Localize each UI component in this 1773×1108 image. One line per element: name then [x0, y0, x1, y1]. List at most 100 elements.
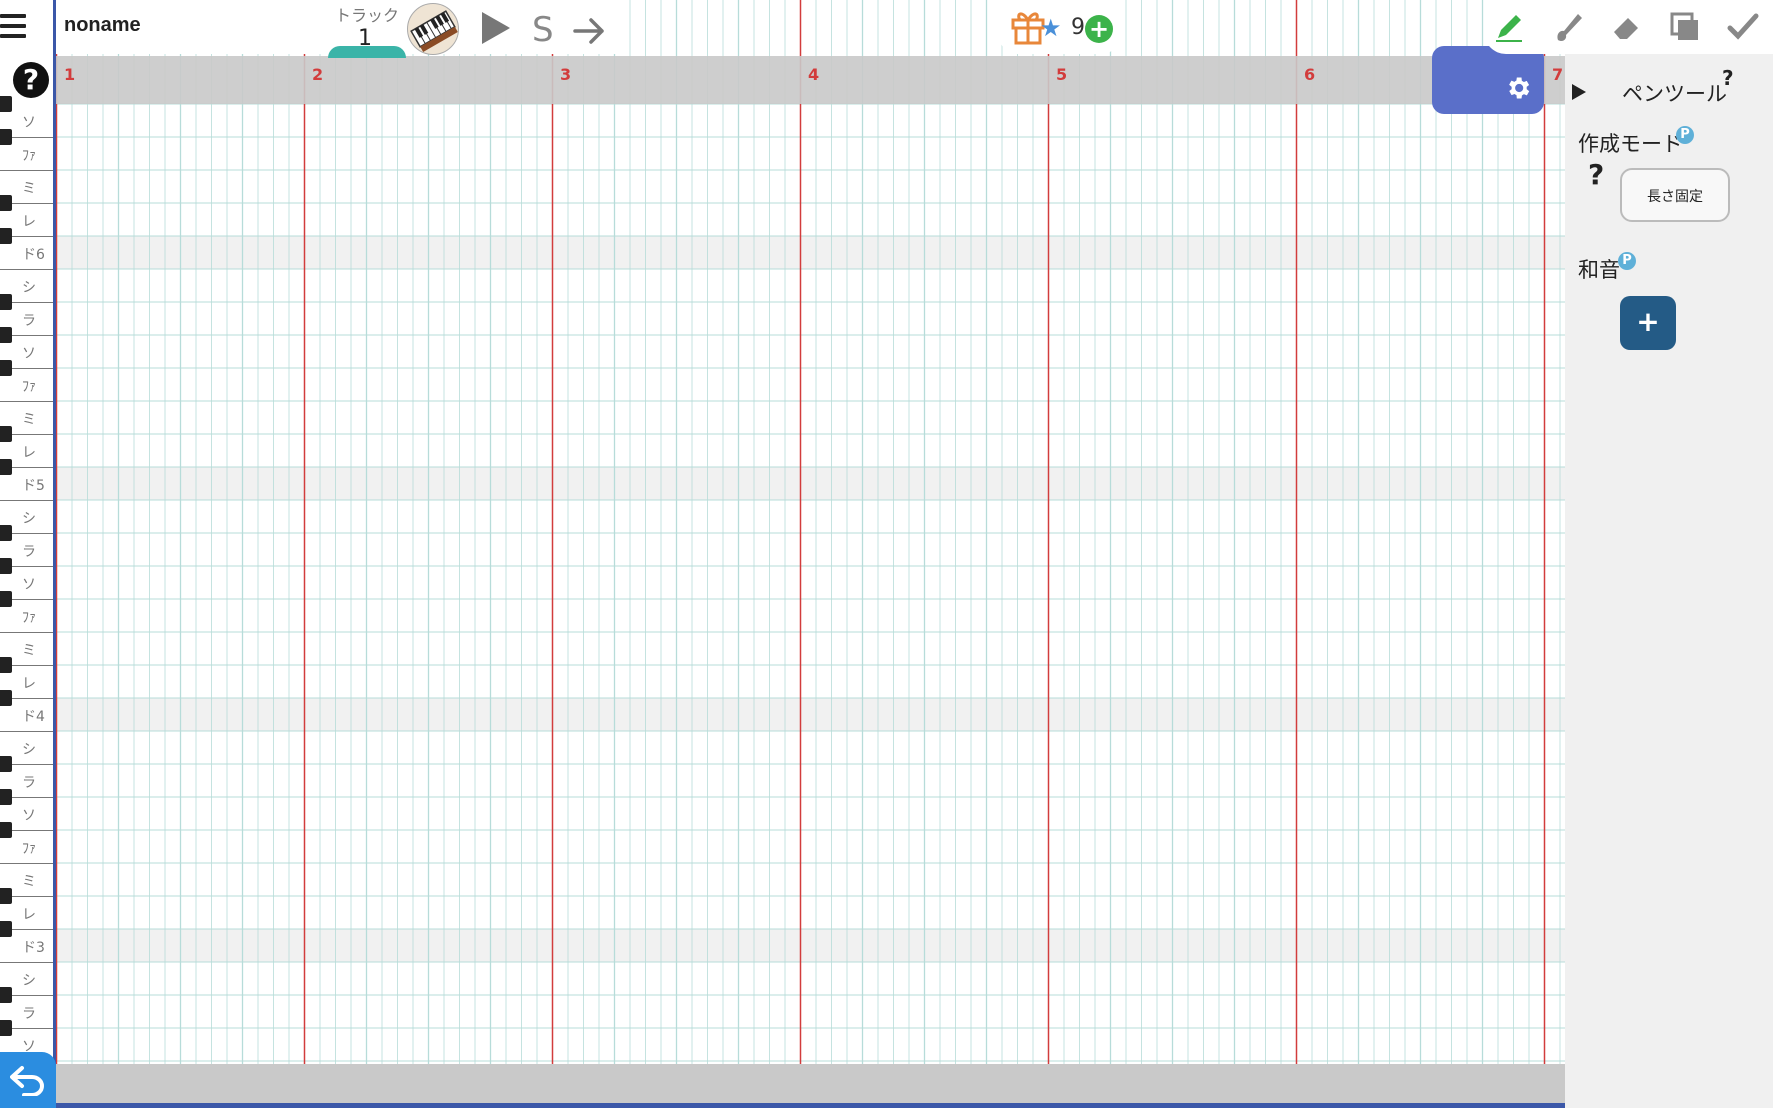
piano-key-label[interactable]: ラ [22, 772, 36, 792]
piano-key-divider [0, 731, 53, 732]
chord-add-button[interactable]: + [1620, 296, 1676, 350]
measure-number: 2 [312, 65, 324, 84]
piano-key-label[interactable]: ミ [22, 178, 36, 198]
play-icon[interactable] [478, 8, 514, 48]
mode-help-icon[interactable]: ? [1588, 158, 1604, 191]
mode-label: 作成モード [1578, 132, 1683, 156]
chord-label: 和音 [1578, 258, 1620, 282]
piano-key-label[interactable]: シ [22, 970, 36, 990]
track-label: トラック [335, 6, 400, 25]
piano-key-label[interactable]: ラ [22, 541, 36, 561]
note-grid[interactable] [56, 0, 1565, 1108]
piano-key-label[interactable]: レ [22, 904, 36, 924]
back-button[interactable] [0, 1052, 56, 1108]
black-key[interactable] [0, 426, 12, 442]
black-key[interactable] [0, 921, 12, 937]
piano-key-label[interactable]: ソ [22, 805, 36, 825]
eraser-icon[interactable] [1610, 10, 1644, 44]
black-key[interactable] [0, 96, 12, 112]
measure-number: 1 [64, 65, 76, 84]
menu-icon[interactable] [0, 8, 26, 44]
piano-key-label[interactable]: レ [22, 673, 36, 693]
piano-key-label[interactable]: ソ [22, 343, 36, 363]
piano-key-label[interactable]: シ [22, 277, 36, 297]
piano-key-divider [0, 170, 53, 171]
black-key[interactable] [0, 459, 12, 475]
black-key[interactable] [0, 591, 12, 607]
expand-arrow-icon[interactable] [1570, 82, 1588, 102]
piano-key-label[interactable]: ミ [22, 871, 36, 891]
black-key[interactable] [0, 987, 12, 1003]
grid-settings-button[interactable] [1432, 46, 1544, 114]
piano-key-label[interactable]: レ [22, 442, 36, 462]
octave-band [56, 698, 1565, 731]
premium-badge-icon: P [1618, 252, 1636, 270]
piano-key-label[interactable]: ミ [22, 409, 36, 429]
piano-key-label[interactable]: ラ [22, 1003, 36, 1023]
black-key[interactable] [0, 228, 12, 244]
copy-icon[interactable] [1668, 10, 1702, 44]
piano-key-label[interactable]: シ [22, 739, 36, 759]
piano-key-label[interactable]: レ [22, 211, 36, 231]
bottom-band [56, 1064, 1565, 1104]
help-icon[interactable]: ? [13, 62, 49, 98]
star-icon: ★ [1040, 14, 1062, 42]
add-star-button[interactable]: + [1085, 15, 1113, 43]
piano-icon[interactable] [407, 3, 459, 55]
gear-icon [1509, 77, 1530, 99]
black-key[interactable] [0, 558, 12, 574]
piano-key-label[interactable]: ﾌｧ [22, 838, 36, 858]
piano-key-label[interactable]: ド3 [22, 937, 45, 957]
black-key[interactable] [0, 195, 12, 211]
black-key[interactable] [0, 1020, 12, 1036]
back-icon [10, 1066, 44, 1096]
piano-key-label[interactable]: ソ [22, 112, 36, 132]
black-key[interactable] [0, 525, 12, 541]
next-icon[interactable] [572, 14, 606, 48]
black-key[interactable] [0, 822, 12, 838]
black-key[interactable] [0, 789, 12, 805]
black-key[interactable] [0, 327, 12, 343]
piano-key-label[interactable]: ド6 [22, 244, 45, 264]
piano-key-label[interactable]: ラ [22, 310, 36, 330]
check-icon[interactable] [1726, 10, 1760, 44]
octave-band [56, 467, 1565, 500]
pen-icon[interactable] [1492, 10, 1526, 44]
piano-key-label[interactable]: シ [22, 508, 36, 528]
piano-key-label[interactable]: ド5 [22, 475, 45, 495]
length-fixed-button[interactable]: 長さ固定 [1620, 168, 1730, 222]
piano-key-divider [0, 632, 53, 633]
measure-number: 7 [1552, 65, 1564, 84]
grid-canvas[interactable] [56, 0, 1565, 1108]
track-number[interactable]: 1 [358, 26, 372, 51]
black-key[interactable] [0, 756, 12, 772]
piano-key-label[interactable]: ミ [22, 640, 36, 660]
piano-key-label[interactable]: ド4 [22, 706, 45, 726]
piano-key-label[interactable]: ソ [22, 574, 36, 594]
star-count: 9 [1071, 15, 1085, 40]
piano-key-label[interactable]: ﾌｧ [22, 145, 36, 165]
measure-number: 4 [808, 65, 820, 84]
tool-help-icon[interactable]: ? [1722, 66, 1734, 90]
s-button[interactable]: S [532, 10, 554, 50]
black-key[interactable] [0, 360, 12, 376]
piano-key-divider [0, 962, 53, 963]
black-key[interactable] [0, 294, 12, 310]
piano-key-divider [0, 269, 53, 270]
measure-number: 6 [1304, 65, 1316, 84]
measure-number: 5 [1056, 65, 1068, 84]
black-key[interactable] [0, 657, 12, 673]
brush-icon[interactable] [1552, 10, 1586, 44]
song-title[interactable]: noname [64, 14, 141, 37]
piano-key-divider [0, 401, 53, 402]
black-key[interactable] [0, 888, 12, 904]
piano-keyboard[interactable]: ソﾌｧミレド6 シラソﾌｧミレド5 シラソﾌｧミレド4 シラソﾌｧミレド3 シラソ [0, 0, 56, 1108]
piano-key-label[interactable]: ﾌｧ [22, 607, 36, 627]
measure-number: 3 [560, 65, 572, 84]
piano-key-label[interactable]: ﾌｧ [22, 376, 36, 396]
piano-key-divider [0, 500, 53, 501]
black-key[interactable] [0, 690, 12, 706]
piano-key-divider [0, 863, 53, 864]
tool-name: ペンツール [1622, 82, 1727, 106]
black-key[interactable] [0, 129, 12, 145]
